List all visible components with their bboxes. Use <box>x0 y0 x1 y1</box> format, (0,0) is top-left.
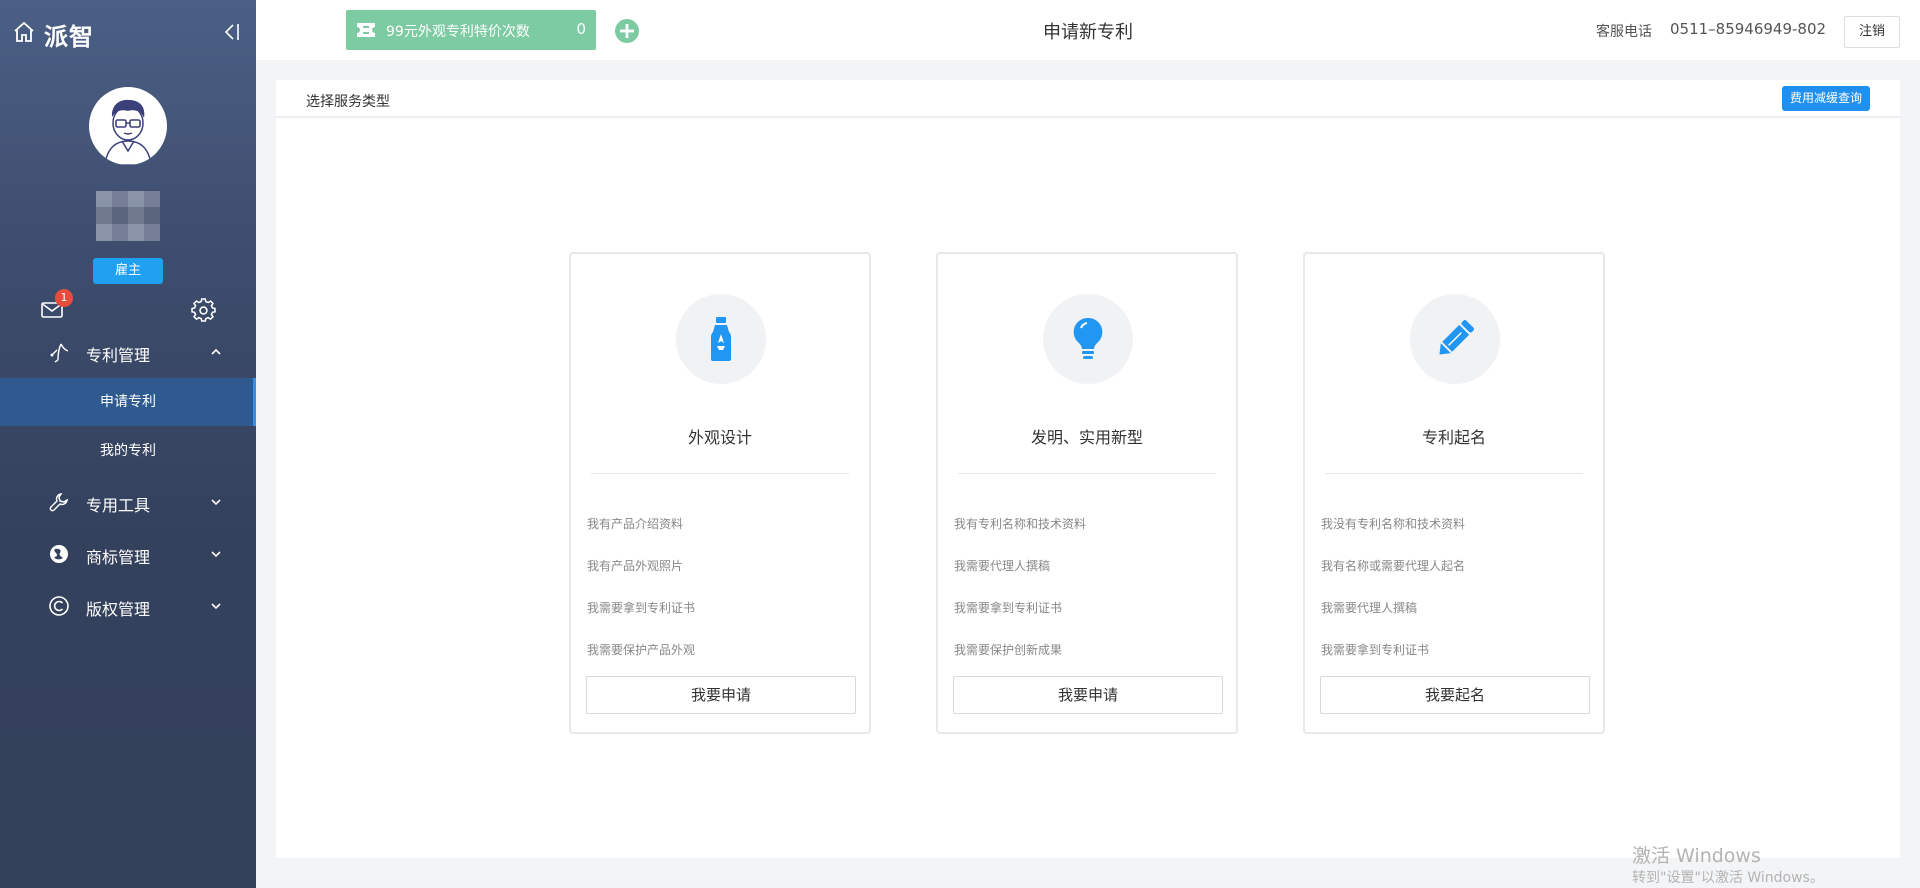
trademark-icon <box>50 545 68 563</box>
username-redacted <box>96 191 160 241</box>
lightbulb-icon <box>1073 317 1103 359</box>
card-title: 专利起名 <box>1421 428 1486 447</box>
card-title: 外观设计 <box>687 428 752 447</box>
sidebar: 派智 雇主 1 专利管理 申请专利 我的专利 专用工具 商标管理 版权管理 <box>0 0 256 888</box>
role-badge: 雇主 <box>93 258 163 284</box>
logout-button[interactable]: 注销 <box>1844 16 1900 48</box>
logo-text[interactable]: 派智 <box>44 17 94 52</box>
panel-header: 选择服务类型 费用减缓查询 <box>276 80 1900 118</box>
menu-patent-management[interactable]: 专利管理 <box>0 330 256 374</box>
sidebar-header: 派智 <box>0 0 256 64</box>
card-feature: 我需要保护产品外观 <box>587 643 696 657</box>
wrench-icon <box>49 493 68 512</box>
pencil-icon <box>1439 320 1474 355</box>
card-feature: 我有名称或需要代理人起名 <box>1321 559 1466 573</box>
card-title: 发明、实用新型 <box>1030 428 1143 447</box>
card-divider <box>1325 473 1583 474</box>
card-divider <box>591 473 849 474</box>
main-panel: 选择服务类型 费用减缓查询 外观设计 我有产品介绍资料 我有产品外观照片 我需要… <box>276 80 1900 858</box>
service-card-design: 外观设计 我有产品介绍资料 我有产品外观照片 我需要拿到专利证书 我需要保护产品… <box>569 252 871 734</box>
card-feature: 我需要保护创新成果 <box>954 643 1063 657</box>
chevron-down-icon <box>211 603 221 610</box>
menu-tools[interactable]: 专用工具 <box>0 480 256 524</box>
menu-copyright[interactable]: 版权管理 <box>0 584 256 628</box>
home-icon[interactable] <box>12 20 36 44</box>
avatar[interactable] <box>89 87 167 165</box>
patent-icon <box>50 343 69 363</box>
card-feature: 我没有专利名称和技术资料 <box>1321 517 1466 531</box>
card-feature: 我需要代理人撰稿 <box>954 559 1051 573</box>
card-feature: 我需要拿到专利证书 <box>954 601 1063 615</box>
apply-design-button[interactable]: 我要申请 <box>586 676 856 714</box>
avatar-illustration <box>104 99 152 165</box>
card-feature: 我有产品外观照片 <box>587 559 684 573</box>
gear-icon[interactable] <box>191 298 216 323</box>
topbar: 99元外观专利特价次数 0 申请新专利 客服电话 0511–85946949-8… <box>256 0 1920 60</box>
menu-label: 专利管理 <box>86 346 151 365</box>
chevron-up-icon <box>211 348 221 355</box>
card-divider <box>958 473 1216 474</box>
menu-label: 商标管理 <box>86 548 151 567</box>
bottle-icon <box>711 317 731 361</box>
card-feature: 我有专利名称和技术资料 <box>954 517 1087 531</box>
card-feature: 我有产品介绍资料 <box>587 517 684 531</box>
fee-reduction-query-button[interactable]: 费用减缓查询 <box>1782 86 1870 111</box>
activation-watermark-title: 激活 Windows <box>1632 845 1761 867</box>
hotline-label: 客服电话 <box>1596 24 1652 40</box>
card-icon-circle <box>1410 294 1500 384</box>
card-icon-circle <box>676 294 766 384</box>
card-feature: 我需要代理人撰稿 <box>1321 601 1418 615</box>
service-card-invention: 发明、实用新型 我有专利名称和技术资料 我需要代理人撰稿 我需要拿到专利证书 我… <box>936 252 1238 734</box>
service-card-naming: 专利起名 我没有专利名称和技术资料 我有名称或需要代理人起名 我需要代理人撰稿 … <box>1303 252 1605 734</box>
sidebar-item-apply-patent[interactable]: 申请专利 <box>0 378 256 426</box>
chevron-down-icon <box>211 499 221 506</box>
copyright-icon <box>49 596 69 616</box>
mail-count-badge: 1 <box>55 289 73 307</box>
chevron-down-icon <box>211 551 221 558</box>
sidebar-item-my-patents[interactable]: 我的专利 <box>0 427 256 475</box>
card-icon-circle <box>1043 294 1133 384</box>
section-title: 选择服务类型 <box>306 94 390 110</box>
menu-trademark[interactable]: 商标管理 <box>0 532 256 576</box>
collapse-sidebar-icon[interactable] <box>220 21 242 43</box>
menu-label: 专用工具 <box>86 496 151 515</box>
apply-naming-button[interactable]: 我要起名 <box>1320 676 1590 714</box>
activation-watermark-hint: 转到"设置"以激活 Windows。 <box>1632 870 1824 886</box>
hotline-number: 0511–85946949-802 <box>1670 20 1827 38</box>
menu-label: 版权管理 <box>86 600 151 619</box>
card-feature: 我需要拿到专利证书 <box>587 601 696 615</box>
apply-invention-button[interactable]: 我要申请 <box>953 676 1223 714</box>
card-feature: 我需要拿到专利证书 <box>1321 643 1430 657</box>
